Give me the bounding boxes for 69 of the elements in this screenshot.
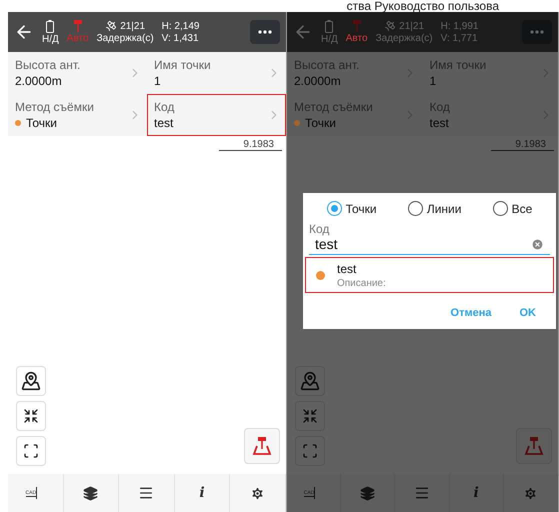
map-pin-icon <box>21 371 41 391</box>
satellite-icon <box>384 20 396 32</box>
field-label: Высота ант. <box>15 58 82 72</box>
field-value: test <box>154 116 174 130</box>
menu-icon <box>138 485 154 501</box>
field-value: test <box>429 116 449 130</box>
code-list-item[interactable]: test Описание: <box>304 257 554 293</box>
scale-bar: 9.1983 <box>491 139 554 151</box>
stakeout-button[interactable] <box>244 428 280 464</box>
field-value: 2.0000m <box>15 74 62 88</box>
info-button[interactable]: i <box>174 474 230 512</box>
field-label: Код <box>308 221 330 236</box>
fullscreen-icon <box>23 443 39 459</box>
form-field[interactable]: Имя точки 1 <box>146 52 286 94</box>
satellite-count: 21|21 <box>399 20 424 32</box>
page-heading: ства Руководство пользова <box>346 0 500 12</box>
battery-label: Н/Д <box>320 34 338 44</box>
field-label: Имя точки <box>154 58 212 72</box>
scale-bar: 9.1983 <box>219 139 282 151</box>
field-value: 2.0000m <box>294 74 341 88</box>
h-precision: H: 1,991 <box>440 20 478 32</box>
survey-pole-icon <box>72 20 83 32</box>
battery-icon <box>325 20 334 32</box>
delay-label: Задержка(с) <box>376 33 433 44</box>
clear-icon[interactable] <box>531 238 544 250</box>
shrink-button[interactable] <box>16 401 46 431</box>
survey-pole-icon <box>352 20 362 32</box>
delay-label: Задержка(с) <box>96 33 154 44</box>
code-name: test <box>336 262 358 276</box>
radio-option[interactable]: Точки <box>326 201 377 216</box>
fullscreen-icon <box>302 443 318 459</box>
map-pin-icon <box>300 371 320 391</box>
code-description: Описание: <box>336 278 386 288</box>
stakeout-icon <box>524 436 544 456</box>
satellite-icon <box>105 20 118 32</box>
layers-icon <box>83 486 98 500</box>
shrink-icon <box>302 408 318 424</box>
fullscreen-button[interactable] <box>16 436 46 466</box>
radio-option[interactable]: Линии <box>408 201 462 216</box>
v-precision: V: 1,431 <box>162 32 199 44</box>
mode-label: Авто <box>66 33 89 44</box>
form-field[interactable]: Код test <box>146 94 286 136</box>
form-field[interactable]: Метод съёмки Точки <box>8 94 147 136</box>
stakeout-icon <box>252 436 272 456</box>
battery-icon <box>46 20 54 32</box>
field-value: Точки <box>304 116 336 130</box>
field-label: Код <box>154 100 176 114</box>
shrink-icon <box>23 408 39 424</box>
h-precision: H: 2,149 <box>162 20 200 32</box>
layers-icon <box>360 486 376 500</box>
form-field[interactable]: Высота ант. 2.0000m <box>8 52 147 94</box>
field-value: 1 <box>429 74 436 88</box>
menu-icon <box>414 485 430 501</box>
battery-label: Н/Д <box>42 34 59 44</box>
satellite-count: 21|21 <box>120 20 146 32</box>
code-input[interactable]: test <box>308 236 550 255</box>
stakeout-button[interactable] <box>516 428 552 464</box>
map-pin-button[interactable] <box>16 366 46 396</box>
radio-option[interactable]: Все <box>492 201 532 216</box>
mode-label: Авто <box>346 33 368 44</box>
settings-icon <box>522 486 538 500</box>
field-value: 1 <box>154 74 161 88</box>
more-icon <box>530 30 544 34</box>
more-icon <box>258 30 272 34</box>
v-precision: V: 1,771 <box>440 32 478 44</box>
more-button[interactable] <box>250 20 280 44</box>
field-label: Метод съёмки <box>15 100 95 114</box>
field-value: Точки <box>26 116 58 130</box>
settings-icon <box>250 486 266 500</box>
